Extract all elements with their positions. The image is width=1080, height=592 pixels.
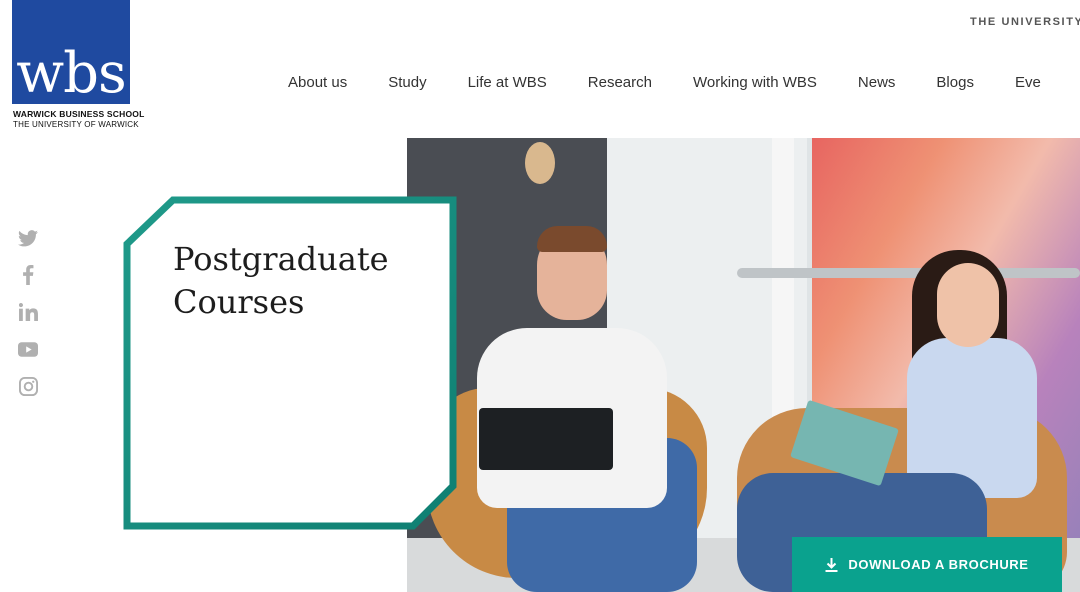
- page-title: Postgraduate Courses: [173, 238, 413, 324]
- nav-news[interactable]: News: [858, 74, 896, 91]
- hero-person-left-hair: [537, 226, 607, 252]
- wbs-logo[interactable]: wbs: [12, 0, 130, 104]
- nav-events[interactable]: Eve: [1015, 74, 1041, 91]
- download-brochure-button[interactable]: DOWNLOAD A BROCHURE: [792, 537, 1062, 592]
- hero-laptop: [479, 408, 613, 470]
- social-links: [18, 228, 40, 413]
- hero-image: [407, 138, 1080, 592]
- nav-study[interactable]: Study: [388, 74, 426, 91]
- nav-working-with-wbs[interactable]: Working with WBS: [693, 74, 817, 91]
- hero-wall-peg: [525, 142, 555, 184]
- instagram-icon[interactable]: [18, 376, 38, 396]
- linkedin-icon[interactable]: [18, 302, 38, 322]
- youtube-icon[interactable]: [18, 339, 38, 359]
- download-icon: [825, 557, 838, 572]
- facebook-icon[interactable]: [18, 265, 38, 285]
- logo-school-name: WARWICK BUSINESS SCHOOL: [13, 109, 145, 119]
- page-title-line-2: Courses: [173, 283, 305, 321]
- logo-university-name: THE UNIVERSITY OF WARWICK: [13, 120, 139, 129]
- nav-about-us[interactable]: About us: [288, 74, 347, 91]
- nav-life-at-wbs[interactable]: Life at WBS: [468, 74, 547, 91]
- download-brochure-label: DOWNLOAD A BROCHURE: [848, 557, 1029, 572]
- nav-research[interactable]: Research: [588, 74, 652, 91]
- logo-wordmark: wbs: [16, 41, 127, 106]
- university-link[interactable]: THE UNIVERSITY O: [970, 16, 1080, 28]
- hero-person-right-head: [937, 263, 999, 347]
- nav-blogs[interactable]: Blogs: [936, 74, 974, 91]
- main-nav: About us Study Life at WBS Research Work…: [288, 74, 1041, 91]
- twitter-icon[interactable]: [18, 228, 38, 248]
- hero-rail: [737, 268, 1080, 278]
- page-title-line-1: Postgraduate: [173, 240, 389, 278]
